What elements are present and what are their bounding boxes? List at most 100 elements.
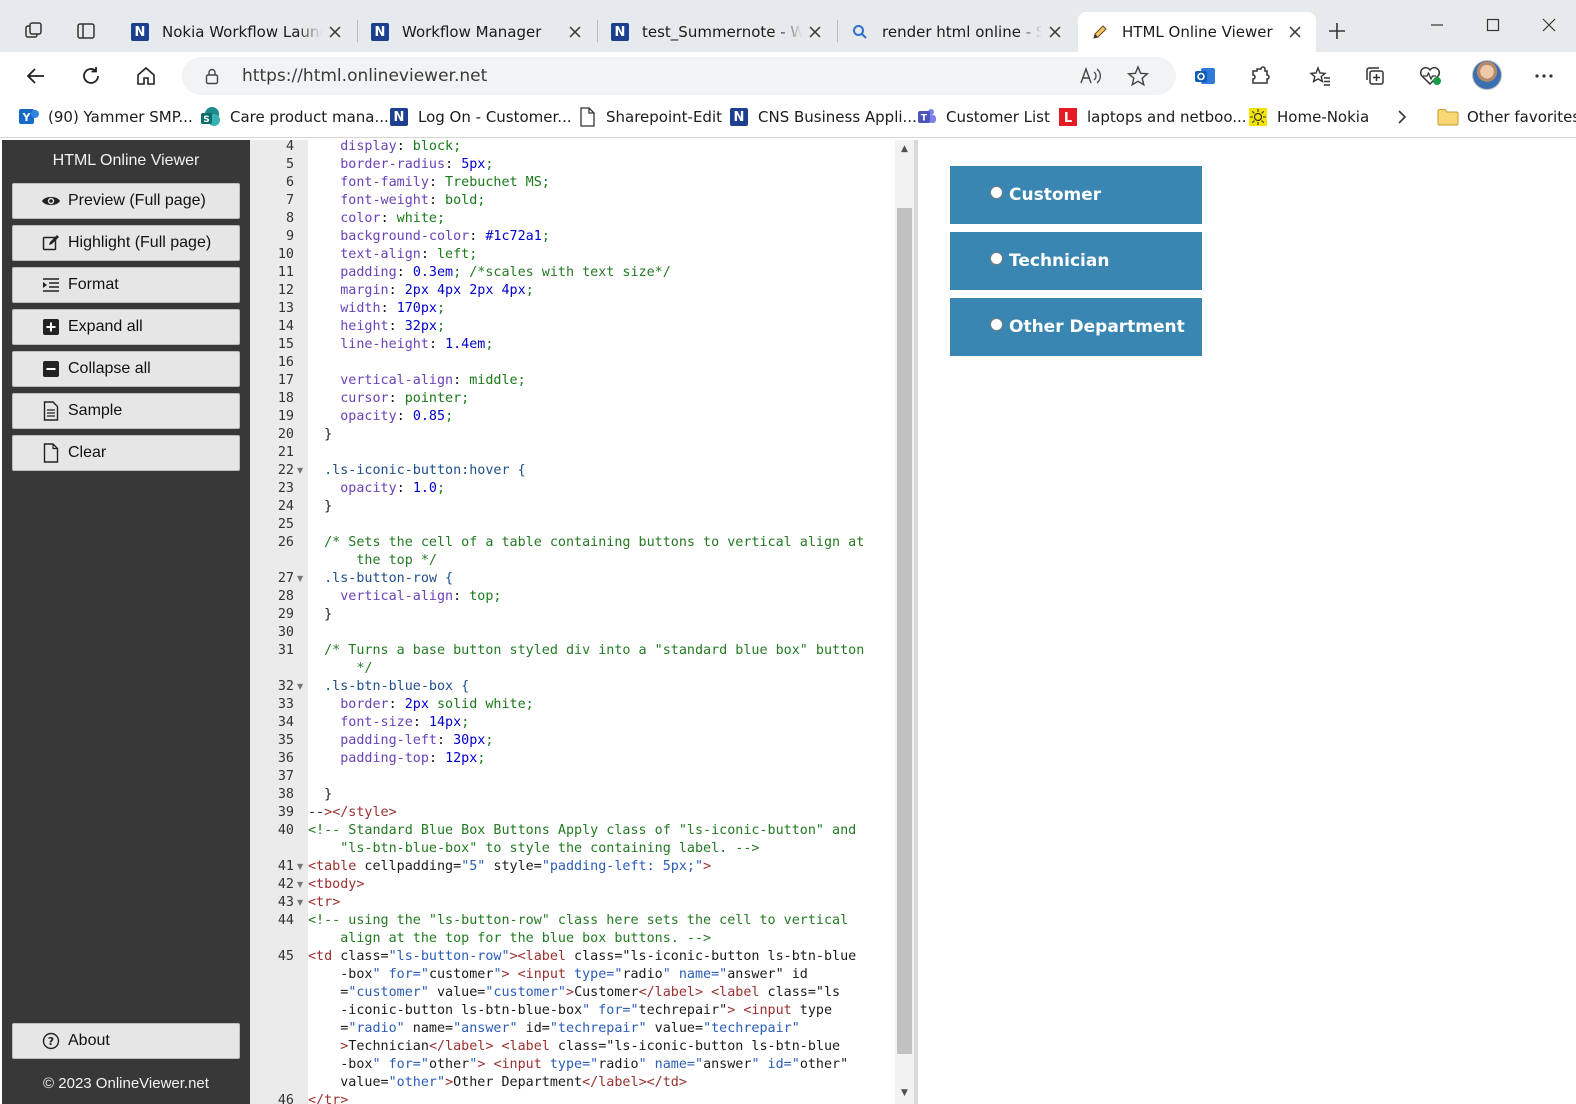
bookmark-laptops[interactable]: L laptops and netboo... — [1057, 106, 1247, 128]
clear-button[interactable]: Clear — [12, 435, 240, 471]
collapse-all-button[interactable]: Collapse all — [12, 351, 240, 387]
code-line[interactable]: line-height: 1.4em; — [308, 336, 894, 354]
code-line[interactable]: value="other">Other Department</label></… — [308, 1074, 894, 1092]
refresh-icon[interactable] — [74, 59, 108, 93]
code-line[interactable]: .ls-iconic-button:hover { — [308, 462, 894, 480]
code-line[interactable] — [308, 444, 894, 462]
code-line[interactable]: padding: 0.3em; /*scales with text size*… — [308, 264, 894, 282]
scroll-up-icon[interactable]: ▲ — [899, 144, 910, 154]
code-line[interactable]: <td class="ls-button-row"><label class="… — [308, 948, 894, 966]
code-line[interactable]: /* Sets the cell of a table containing b… — [308, 534, 894, 552]
code-line[interactable]: } — [308, 426, 894, 444]
code-line[interactable] — [308, 516, 894, 534]
technician-option-button[interactable]: Technician — [948, 230, 1204, 292]
close-window-icon[interactable] — [1526, 8, 1572, 42]
close-tab-icon[interactable] — [1046, 23, 1064, 41]
preview-full-page-button[interactable]: Preview (Full page) — [12, 183, 240, 219]
bookmark-home-nokia[interactable]: Home-Nokia — [1247, 106, 1369, 128]
bookmarks-overflow-icon[interactable] — [1396, 106, 1408, 128]
lock-icon[interactable] — [204, 67, 220, 89]
code-line[interactable]: <table cellpadding="5" style="padding-le… — [308, 858, 894, 876]
code-line[interactable]: padding-top: 12px; — [308, 750, 894, 768]
highlight-full-page-button[interactable]: Highlight (Full page) — [12, 225, 240, 261]
maximize-icon[interactable] — [1470, 8, 1516, 42]
more-menu-icon[interactable] — [1527, 59, 1561, 93]
customer-radio[interactable] — [990, 185, 1003, 199]
bookmark-other-favorites[interactable]: Other favorites — [1437, 106, 1576, 128]
workspaces-icon[interactable] — [17, 14, 51, 48]
back-icon[interactable] — [19, 59, 53, 93]
tab-render-html-search[interactable]: render html online - Search — [838, 12, 1076, 52]
code-line[interactable] — [308, 624, 894, 642]
code-line[interactable]: font-family: Trebuchet MS; — [308, 174, 894, 192]
code-line[interactable]: display: block; — [308, 140, 894, 156]
browser-essentials-icon[interactable] — [1413, 59, 1447, 93]
code-line[interactable]: vertical-align: middle; — [308, 372, 894, 390]
other-department-radio[interactable] — [990, 317, 1003, 331]
code-line[interactable]: background-color: #1c72a1; — [308, 228, 894, 246]
code-line[interactable]: align at the top for the blue box button… — [308, 930, 894, 948]
code-line[interactable]: /* Turns a base button styled div into a… — [308, 642, 894, 660]
bookmark-yammer[interactable]: Y (90) Yammer SMP... — [18, 106, 193, 128]
code-line[interactable]: .ls-btn-blue-box { — [308, 678, 894, 696]
bookmark-sharepoint-edit[interactable]: Sharepoint-Edit — [576, 106, 722, 128]
fold-toggle-icon[interactable]: ▼ — [297, 858, 307, 876]
technician-radio[interactable] — [990, 251, 1003, 265]
code-line[interactable]: <tbody> — [308, 876, 894, 894]
code-line[interactable]: padding-left: 30px; — [308, 732, 894, 750]
code-line[interactable]: */ — [308, 660, 894, 678]
code-editor[interactable]: 4 5 6 7 8 9 10 11 12 13 14 15 16 17 18 19 20 21 22 ▼ 23 24 25 2… — [250, 140, 914, 1104]
extensions-icon[interactable] — [1243, 59, 1277, 93]
tab-test-summernote[interactable]: N test_Summernote - Workflow — [598, 12, 836, 52]
outlook-icon[interactable] — [1188, 59, 1222, 93]
fold-toggle-icon[interactable]: ▼ — [297, 876, 307, 894]
bookmark-care-product[interactable]: S Care product mana... — [200, 106, 389, 128]
format-button[interactable]: Format — [12, 267, 240, 303]
close-tab-icon[interactable] — [326, 23, 344, 41]
close-tab-icon[interactable] — [1286, 23, 1304, 41]
code-line[interactable]: margin: 2px 4px 2px 4px; — [308, 282, 894, 300]
code-line[interactable]: } — [308, 498, 894, 516]
close-tab-icon[interactable] — [566, 23, 584, 41]
home-icon[interactable] — [129, 59, 163, 93]
code-line[interactable]: >Technician</label> <label class="ls-ico… — [308, 1038, 894, 1056]
fold-toggle-icon[interactable]: ▼ — [297, 462, 307, 480]
code-line[interactable]: the top */ — [308, 552, 894, 570]
tab-actions-icon[interactable] — [69, 14, 103, 48]
tab-nokia-workflow-launcher[interactable]: N Nokia Workflow Launcher — [118, 12, 356, 52]
code-line[interactable]: -iconic-button ls-btn-blue-box" for="tec… — [308, 1002, 894, 1020]
code-line[interactable]: font-size: 14px; — [308, 714, 894, 732]
favorite-star-icon[interactable] — [1126, 64, 1150, 88]
code-line[interactable]: font-weight: bold; — [308, 192, 894, 210]
code-line[interactable]: color: white; — [308, 210, 894, 228]
sample-button[interactable]: Sample — [12, 393, 240, 429]
code-line[interactable]: width: 170px; — [308, 300, 894, 318]
code-line[interactable]: -box" for="other"> <input type="radio" n… — [308, 1056, 894, 1074]
code-line[interactable]: border: 2px solid white; — [308, 696, 894, 714]
code-line[interactable]: </tr> — [308, 1092, 894, 1104]
fold-toggle-icon[interactable]: ▼ — [297, 678, 307, 696]
bookmark-log-on-customer[interactable]: N Log On - Customer... — [388, 106, 572, 128]
minimize-icon[interactable] — [1414, 8, 1460, 42]
close-tab-icon[interactable] — [806, 23, 824, 41]
code-line[interactable]: "ls-btn-blue-box" to style the containin… — [308, 840, 894, 858]
code-line[interactable]: <tr> — [308, 894, 894, 912]
code-line[interactable]: vertical-align: top; — [308, 588, 894, 606]
tab-workflow-manager[interactable]: N Workflow Manager — [358, 12, 596, 52]
code-line[interactable]: text-align: left; — [308, 246, 894, 264]
code-line[interactable]: ="customer" value="customer">Customer</l… — [308, 984, 894, 1002]
code-line[interactable]: } — [308, 606, 894, 624]
code-line[interactable]: opacity: 0.85; — [308, 408, 894, 426]
collections-icon[interactable] — [1358, 59, 1392, 93]
code-line[interactable]: opacity: 1.0; — [308, 480, 894, 498]
code-line[interactable] — [308, 354, 894, 372]
url-text[interactable]: https://html.onlineviewer.net — [242, 66, 487, 86]
code-line[interactable]: .ls-button-row { — [308, 570, 894, 588]
bookmark-cns-business[interactable]: N CNS Business Appli... — [728, 106, 917, 128]
scroll-down-icon[interactable]: ▼ — [899, 1088, 910, 1098]
code-area[interactable]: display: block; border-radius: 5px; font… — [308, 140, 894, 1104]
code-line[interactable]: <!-- Standard Blue Box Buttons Apply cla… — [308, 822, 894, 840]
favorites-icon[interactable] — [1303, 59, 1337, 93]
customer-option-button[interactable]: Customer — [948, 164, 1204, 226]
fold-toggle-icon[interactable]: ▼ — [297, 570, 307, 588]
